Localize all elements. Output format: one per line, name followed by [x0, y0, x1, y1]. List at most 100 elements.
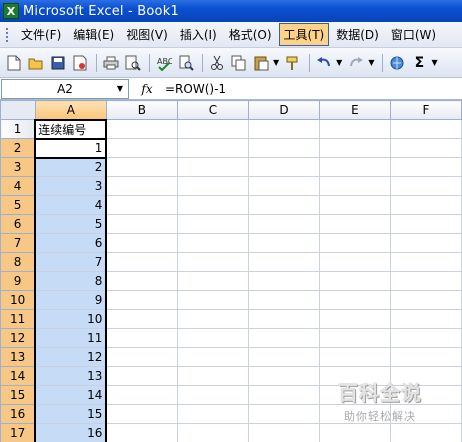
cell[interactable] — [389, 347, 462, 367]
cell-a[interactable]: 4 — [34, 195, 108, 215]
cell[interactable] — [247, 233, 320, 253]
cell[interactable] — [389, 328, 462, 348]
cell[interactable] — [105, 309, 178, 329]
cell[interactable] — [318, 138, 391, 158]
cell-a[interactable]: 16 — [34, 423, 108, 442]
cell[interactable] — [247, 157, 320, 177]
row-header[interactable]: 4 — [0, 176, 36, 196]
hyperlink-icon[interactable] — [387, 53, 407, 73]
cell-a[interactable]: 15 — [34, 404, 108, 424]
row-header[interactable]: 11 — [0, 309, 36, 329]
permission-icon[interactable] — [70, 53, 90, 73]
cell[interactable] — [176, 176, 249, 196]
cell-a[interactable]: 3 — [34, 176, 108, 196]
cell[interactable] — [105, 290, 178, 310]
menu-view[interactable]: 视图(V) — [121, 23, 173, 46]
cell[interactable] — [247, 290, 320, 310]
cell[interactable] — [318, 290, 391, 310]
format-painter-icon[interactable] — [283, 53, 303, 73]
cell[interactable] — [318, 119, 391, 139]
excel-app-icon[interactable]: X — [3, 3, 19, 19]
cell[interactable] — [176, 309, 249, 329]
cell[interactable] — [389, 252, 462, 272]
cell[interactable] — [247, 214, 320, 234]
research-icon[interactable] — [176, 53, 196, 73]
formula-input[interactable]: =ROW()-1 — [165, 82, 226, 96]
cell[interactable] — [247, 328, 320, 348]
cell[interactable] — [176, 385, 249, 405]
spelling-icon[interactable]: ABC — [154, 53, 174, 73]
cell-a[interactable]: 2 — [34, 157, 108, 177]
redo-icon[interactable] — [346, 53, 366, 73]
cell[interactable] — [247, 176, 320, 196]
save-icon[interactable] — [48, 53, 68, 73]
row-header[interactable]: 2 — [0, 138, 36, 158]
cell[interactable] — [247, 309, 320, 329]
cell[interactable] — [105, 366, 178, 386]
menu-grip-icon[interactable] — [2, 25, 14, 45]
cell[interactable] — [176, 233, 249, 253]
cell[interactable] — [176, 290, 249, 310]
cell-a[interactable]: 14 — [34, 385, 108, 405]
paste-icon[interactable] — [251, 53, 271, 73]
cell[interactable] — [318, 252, 391, 272]
cell[interactable] — [105, 157, 178, 177]
cell[interactable] — [389, 138, 462, 158]
cell[interactable] — [318, 157, 391, 177]
chevron-down-icon[interactable]: ▼ — [114, 83, 126, 95]
cell[interactable] — [176, 366, 249, 386]
cell[interactable] — [176, 328, 249, 348]
cell[interactable] — [105, 328, 178, 348]
row-header[interactable]: 17 — [0, 423, 36, 442]
undo-dropdown-icon[interactable]: ▼ — [336, 58, 342, 67]
cell-a[interactable]: 12 — [34, 347, 108, 367]
cut-icon[interactable] — [207, 53, 227, 73]
cell-a[interactable]: 10 — [34, 309, 108, 329]
cell[interactable] — [176, 138, 249, 158]
cell-a[interactable]: 11 — [34, 328, 108, 348]
cell-a[interactable]: 9 — [34, 290, 108, 310]
cell[interactable] — [105, 404, 178, 424]
cell[interactable] — [389, 176, 462, 196]
cell[interactable] — [389, 195, 462, 215]
cell[interactable] — [247, 138, 320, 158]
cell[interactable] — [176, 252, 249, 272]
open-icon[interactable] — [26, 53, 46, 73]
cell-a[interactable]: 7 — [34, 252, 108, 272]
insert-function-button[interactable]: fx — [129, 82, 165, 96]
menu-tools[interactable]: 工具(T) — [278, 23, 330, 46]
cell[interactable] — [389, 290, 462, 310]
cell[interactable] — [105, 252, 178, 272]
cell[interactable] — [247, 366, 320, 386]
cell[interactable] — [247, 195, 320, 215]
cell[interactable] — [105, 233, 178, 253]
column-header[interactable]: D — [247, 100, 320, 120]
name-box[interactable]: A2 ▼ — [1, 78, 129, 99]
cell[interactable] — [318, 271, 391, 291]
redo-dropdown-icon[interactable]: ▼ — [368, 58, 374, 67]
cell[interactable] — [105, 214, 178, 234]
cell[interactable] — [176, 195, 249, 215]
cell[interactable] — [318, 176, 391, 196]
cell[interactable] — [318, 195, 391, 215]
cell[interactable] — [318, 233, 391, 253]
cell[interactable] — [389, 271, 462, 291]
cell[interactable] — [176, 271, 249, 291]
cell[interactable] — [176, 423, 249, 442]
row-header[interactable]: 13 — [0, 347, 36, 367]
cell[interactable] — [389, 309, 462, 329]
menu-window[interactable]: 窗口(W) — [386, 23, 441, 46]
cell[interactable] — [105, 347, 178, 367]
row-header[interactable]: 6 — [0, 214, 36, 234]
cell[interactable] — [318, 328, 391, 348]
copy-icon[interactable] — [229, 53, 249, 73]
undo-icon[interactable] — [314, 53, 334, 73]
row-header[interactable]: 3 — [0, 157, 36, 177]
print-icon[interactable] — [101, 53, 121, 73]
cell[interactable] — [176, 404, 249, 424]
column-header[interactable]: F — [389, 100, 462, 120]
row-header[interactable]: 1 — [0, 119, 36, 139]
cell[interactable] — [105, 119, 178, 139]
cell[interactable] — [389, 233, 462, 253]
cell[interactable] — [176, 214, 249, 234]
